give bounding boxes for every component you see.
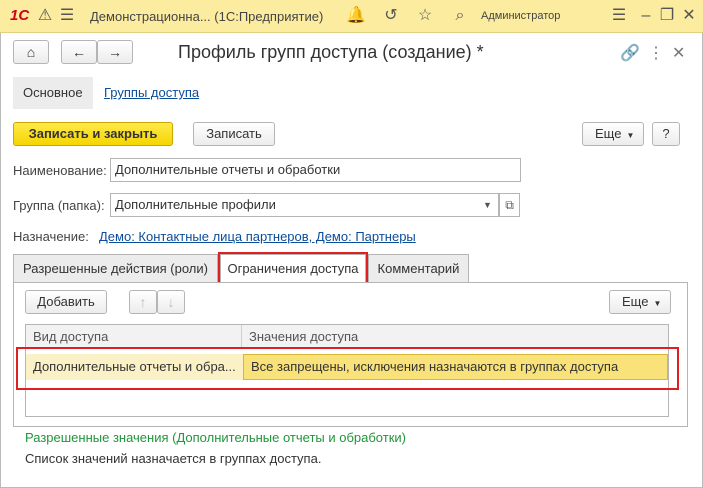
minimize-icon[interactable]: –: [635, 5, 657, 27]
allowed-values-title: Разрешенные значения (Дополнительные отч…: [25, 430, 406, 445]
nav-main[interactable]: Основное: [13, 77, 93, 109]
user-name[interactable]: Администратор: [481, 10, 560, 22]
home-icon: ⌂: [26, 44, 36, 60]
save-button[interactable]: Записать: [193, 122, 275, 146]
name-field[interactable]: Дополнительные отчеты и обработки: [110, 158, 521, 182]
tab-comment[interactable]: Комментарий: [368, 254, 469, 282]
warning-icon[interactable]: ⚠: [34, 5, 56, 27]
row-highlight-frame: [16, 347, 679, 390]
open-group-button[interactable]: ⧉: [499, 193, 520, 217]
tab-highlight-frame: [218, 252, 368, 286]
allowed-values-note: Список значений назначается в группах до…: [25, 451, 322, 466]
add-button[interactable]: Добавить: [25, 290, 107, 314]
column-header-values[interactable]: Значения доступа: [242, 325, 668, 349]
move-up-button[interactable]: ↑: [129, 290, 157, 314]
table-header: Вид доступа Значения доступа: [26, 325, 668, 349]
arrow-down-icon: ↓: [167, 294, 175, 310]
group-field[interactable]: Дополнительные профили: [110, 193, 499, 217]
1c-logo: 1С: [10, 7, 30, 24]
tab-allowed-actions[interactable]: Разрешенные действия (роли): [13, 254, 218, 282]
forward-button[interactable]: →: [97, 40, 133, 64]
home-button[interactable]: ⌂: [13, 40, 49, 64]
caret-down-icon: ▼: [653, 299, 662, 308]
group-label: Группа (папка):: [13, 198, 105, 213]
history-icon[interactable]: ↺: [380, 5, 402, 27]
app-titlebar: 1С ⚠ ☰ Демонстрационна... (1С:Предприяти…: [0, 0, 703, 33]
arrow-left-icon: ←: [72, 44, 86, 60]
column-header-kind[interactable]: Вид доступа: [26, 325, 242, 349]
link-icon[interactable]: 🔗: [620, 43, 640, 63]
more-button[interactable]: Еще ▼: [582, 122, 644, 146]
more-label: Еще: [595, 126, 622, 141]
close-icon[interactable]: ✕: [678, 5, 700, 27]
app-title: Демонстрационна... (1С:Предприятие): [90, 9, 324, 24]
move-down-button[interactable]: ↓: [157, 290, 185, 314]
purpose-label: Назначение:: [13, 229, 89, 244]
settings-icon[interactable]: ☰: [608, 5, 630, 27]
star-icon[interactable]: ☆: [414, 5, 436, 27]
help-button[interactable]: ?: [652, 122, 680, 146]
open-icon: ⧉: [505, 198, 514, 212]
bell-icon[interactable]: 🔔: [345, 5, 367, 27]
more-vertical-icon[interactable]: ⋮: [648, 43, 664, 63]
back-button[interactable]: ←: [61, 40, 97, 64]
search-icon[interactable]: ⌕: [449, 5, 471, 27]
dropdown-arrow-icon[interactable]: ▼: [483, 200, 492, 210]
purpose-link[interactable]: Демо: Контактные лица партнеров, Демо: П…: [99, 229, 416, 244]
nav-access-groups[interactable]: Группы доступа: [94, 77, 209, 109]
arrow-up-icon: ↑: [139, 294, 147, 310]
caret-down-icon: ▼: [626, 131, 635, 140]
save-and-close-button[interactable]: Записать и закрыть: [13, 122, 173, 146]
maximize-icon[interactable]: ❐: [656, 5, 678, 27]
form-title: Профиль групп доступа (создание) *: [178, 42, 484, 62]
menu-icon[interactable]: ☰: [56, 5, 78, 27]
name-label: Наименование:: [13, 163, 107, 178]
panel-more-label: Еще: [622, 294, 649, 309]
arrow-right-icon: →: [108, 44, 122, 60]
panel-more-button[interactable]: Еще ▼: [609, 290, 671, 314]
close-form-icon[interactable]: ✕: [672, 43, 685, 63]
